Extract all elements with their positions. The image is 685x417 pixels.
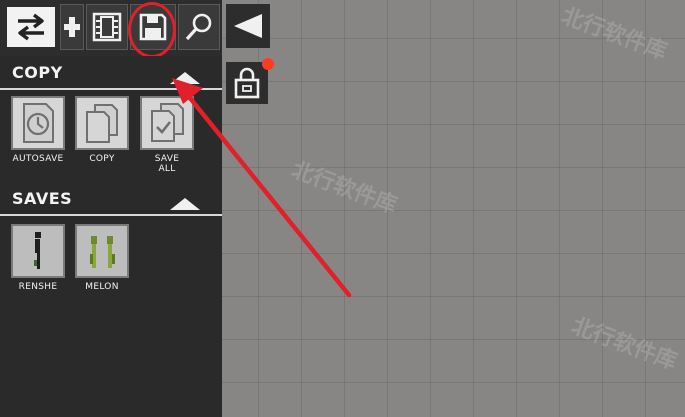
- ragdoll-human-thumbnail: [34, 232, 41, 269]
- copy-pages-icon: [86, 104, 118, 143]
- collapse-toolbar-button[interactable]: [226, 4, 270, 48]
- copy-section-header[interactable]: COPY: [0, 58, 222, 90]
- melon-label: MELON: [85, 282, 119, 292]
- saves-section-title: SAVES: [12, 189, 73, 208]
- save-all-check-icon: [151, 103, 184, 142]
- notification-dot: [262, 58, 274, 70]
- save-menu-button[interactable]: [130, 4, 176, 50]
- autosave-button[interactable]: AUTOSAVE: [9, 96, 67, 164]
- save-panel: COPY AUTOSAVE COPY SAVE ALL SAVES RENSHE…: [0, 56, 222, 417]
- renshe-thumbnail: [11, 224, 65, 278]
- save-slot-renshe[interactable]: RENSHE: [9, 224, 67, 292]
- melon-thumbnail: [75, 224, 129, 278]
- floppy-disk-icon: [139, 13, 167, 41]
- magnifier-icon: [185, 13, 212, 41]
- lock-icon: [234, 67, 260, 99]
- copy-section-title: COPY: [12, 63, 63, 82]
- pin-icon: [64, 17, 80, 37]
- copy-button[interactable]: COPY: [73, 96, 131, 164]
- pin-tool-button[interactable]: [60, 4, 84, 50]
- save-all-button[interactable]: SAVE ALL: [138, 96, 196, 174]
- copy-tile: [75, 96, 129, 150]
- film-icon: [92, 12, 122, 42]
- copy-label: COPY: [89, 154, 115, 164]
- collapse-chevron-icon[interactable]: [168, 192, 202, 222]
- top-toolbar: [0, 0, 222, 56]
- autosave-label: AUTOSAVE: [12, 154, 64, 164]
- renshe-label: RENSHE: [18, 282, 58, 292]
- film-button[interactable]: [86, 4, 128, 50]
- melon-people-thumbnail: [90, 236, 115, 268]
- triangle-left-icon: [234, 14, 262, 38]
- autosave-tile: [11, 96, 65, 150]
- swap-arrows-icon: [18, 13, 44, 41]
- save-slot-melon[interactable]: MELON: [73, 224, 131, 292]
- saves-section-header[interactable]: SAVES: [0, 184, 222, 216]
- autosave-clock-icon: [23, 103, 54, 143]
- swap-button[interactable]: [4, 4, 58, 50]
- save-all-label: SAVE ALL: [154, 154, 180, 174]
- save-all-tile: [140, 96, 194, 150]
- lock-button[interactable]: [226, 62, 268, 104]
- collapse-chevron-icon[interactable]: [168, 66, 202, 96]
- search-button[interactable]: [178, 4, 220, 50]
